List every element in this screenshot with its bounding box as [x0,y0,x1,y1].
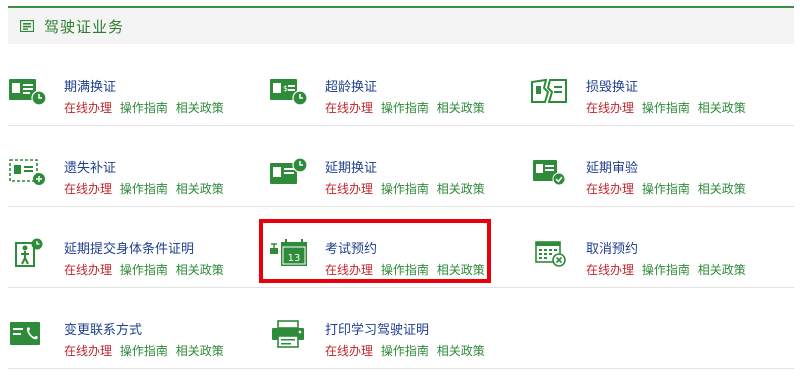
online-link[interactable]: 在线办理 [586,101,634,115]
online-link[interactable]: 在线办理 [586,182,634,196]
guide-link[interactable]: 操作指南 [381,101,429,115]
policy-link[interactable]: 相关政策 [176,101,224,115]
guide-link[interactable]: 操作指南 [381,263,429,277]
online-link[interactable]: 在线办理 [586,263,634,277]
list-card-icon [20,20,34,32]
policy-link[interactable]: 相关政策 [176,344,224,358]
guide-link[interactable]: 操作指南 [642,263,690,277]
service-title[interactable]: 遗失补证 [64,157,116,176]
guide-link[interactable]: 操作指南 [120,101,168,115]
service-item-qiman: 期满换证 在线办理 操作指南 相关政策 [8,72,248,132]
calendar-cancel-icon[interactable] [530,238,570,268]
card-review-icon[interactable] [530,157,570,187]
guide-link[interactable]: 操作指南 [120,344,168,358]
service-title[interactable]: 变更联系方式 [64,319,142,338]
service-title[interactable]: 延期提交身体条件证明 [64,238,194,257]
service-title[interactable]: 损毁换证 [586,76,638,95]
policy-link[interactable]: 相关政策 [437,101,485,115]
lost-card-icon[interactable] [8,157,48,187]
service-item-sunhui: 损毁换证 在线办理 操作指南 相关政策 [530,72,770,132]
service-title[interactable]: 延期换证 [325,157,377,176]
service-title[interactable]: 超龄换证 [325,76,377,95]
online-link[interactable]: 在线办理 [64,263,112,277]
svg-text:$: $ [283,84,288,93]
service-item-tiaojian-zhengming: 延期提交身体条件证明 在线办理 操作指南 相关政策 [8,234,248,294]
damaged-card-icon[interactable] [530,76,570,106]
guide-link[interactable]: 操作指南 [381,344,429,358]
calendar-13-icon[interactable]: 13 [269,238,309,268]
service-item-chaoling: $ 超龄换证 在线办理 操作指南 相关政策 [269,72,509,132]
policy-link[interactable]: 相关政策 [698,182,746,196]
service-title[interactable]: 考试预约 [325,238,377,257]
service-title[interactable]: 延期审验 [586,157,638,176]
online-link[interactable]: 在线办理 [64,344,112,358]
person-clock-icon[interactable] [8,238,48,268]
policy-link[interactable]: 相关政策 [698,101,746,115]
service-item-yanqi-huanzheng: 延期换证 在线办理 操作指南 相关政策 [269,153,509,213]
online-link[interactable]: 在线办理 [325,263,373,277]
guide-link[interactable]: 操作指南 [642,182,690,196]
elderly-card-icon[interactable]: $ [269,76,309,106]
policy-link[interactable]: 相关政策 [437,263,485,277]
service-item-yishi: 遗失补证 在线办理 操作指南 相关政策 [8,153,248,213]
policy-link[interactable]: 相关政策 [698,263,746,277]
service-item-biangeng-lianxi: 变更联系方式 在线办理 操作指南 相关政策 [8,315,248,375]
policy-link[interactable]: 相关政策 [176,182,224,196]
online-link[interactable]: 在线办理 [325,101,373,115]
guide-link[interactable]: 操作指南 [381,182,429,196]
policy-link[interactable]: 相关政策 [176,263,224,277]
service-item-kaoshi-yuyue: 13 考试预约 在线办理 操作指南 相关政策 [269,234,509,294]
policy-link[interactable]: 相关政策 [437,182,485,196]
guide-link[interactable]: 操作指南 [120,182,168,196]
service-title[interactable]: 期满换证 [64,76,116,95]
online-link[interactable]: 在线办理 [64,101,112,115]
service-item-dayin-zhengming: 打印学习驾驶证明 在线办理 操作指南 相关政策 [269,315,509,375]
printer-icon[interactable] [269,319,309,349]
service-item-quxiao-yuyue: 取消预约 在线办理 操作指南 相关政策 [530,234,770,294]
guide-link[interactable]: 操作指南 [642,101,690,115]
phone-card-icon[interactable] [8,319,48,349]
online-link[interactable]: 在线办理 [325,182,373,196]
policy-link[interactable]: 相关政策 [437,344,485,358]
card-clock-icon[interactable] [269,157,309,187]
id-card-clock-icon[interactable] [8,76,48,106]
panel-title: 驾驶证业务 [44,17,125,36]
panel-header: 驾驶证业务 [8,6,794,44]
service-title[interactable]: 取消预约 [586,238,638,257]
service-item-yanqi-shenyan: 延期审验 在线办理 操作指南 相关政策 [530,153,770,213]
guide-link[interactable]: 操作指南 [120,263,168,277]
online-link[interactable]: 在线办理 [64,182,112,196]
service-title[interactable]: 打印学习驾驶证明 [325,319,429,338]
online-link[interactable]: 在线办理 [325,344,373,358]
calendar-day-label: 13 [288,253,301,264]
